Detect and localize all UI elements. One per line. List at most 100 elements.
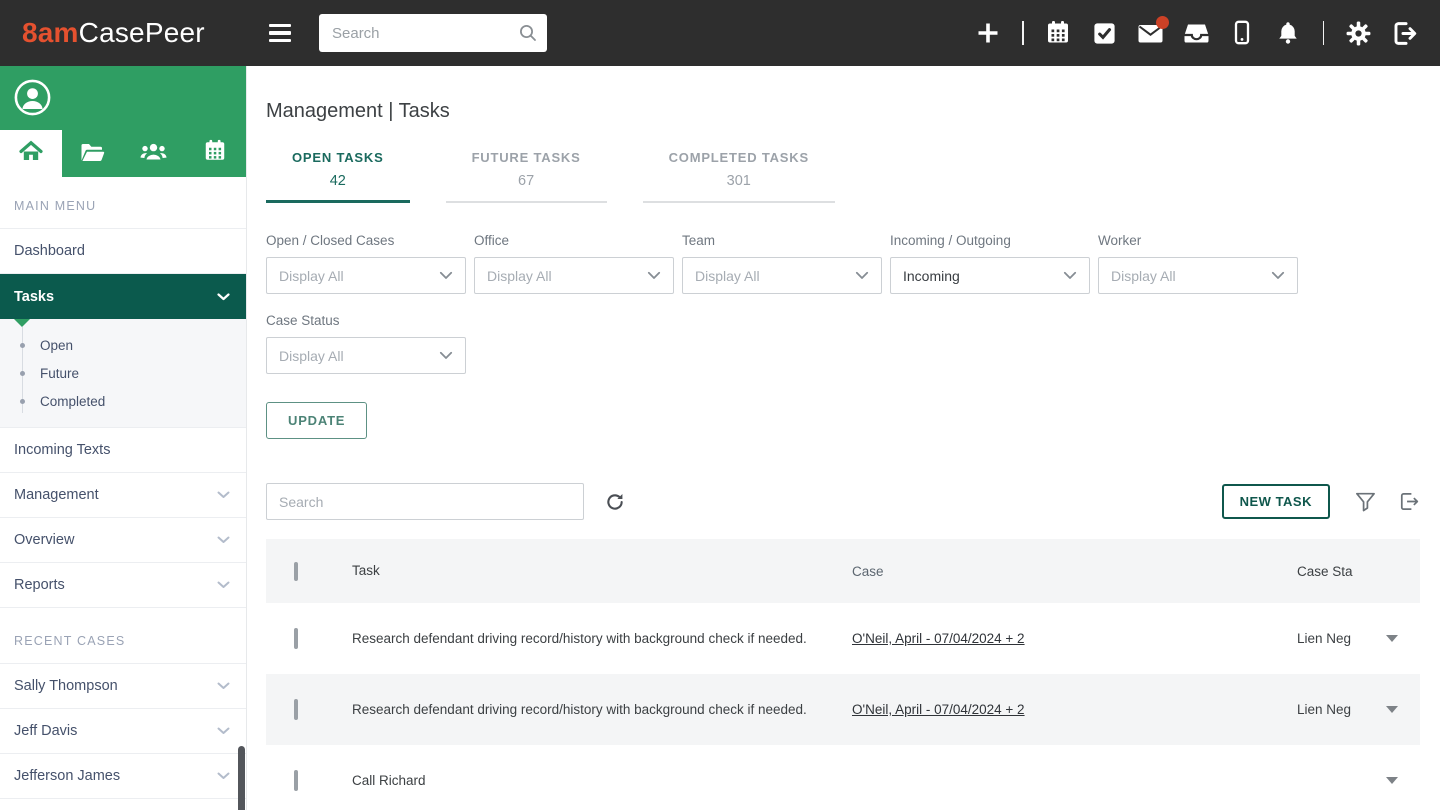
export-icon[interactable]	[1397, 490, 1420, 513]
filter-team: Team Display All	[682, 233, 882, 294]
dropdown-caret-icon[interactable]	[1386, 706, 1398, 713]
plus-icon[interactable]	[974, 20, 1001, 47]
main-content: Management | Tasks OPEN TASKS 42 FUTURE …	[247, 66, 1440, 810]
sidebar-item-label: Overview	[14, 532, 74, 548]
filter-value: Display All	[279, 348, 344, 364]
bell-icon[interactable]	[1275, 20, 1302, 47]
submenu-item-open[interactable]: Open	[0, 331, 246, 359]
row-checkbox[interactable]	[294, 699, 298, 720]
submenu-item-future[interactable]: Future	[0, 359, 246, 387]
logout-icon[interactable]	[1391, 20, 1418, 47]
recent-case-item[interactable]: Peter Murphy	[0, 799, 246, 810]
logo-suffix: CasePeer	[79, 17, 205, 48]
case-link[interactable]: O'Neil, April - 07/04/2024 + 2	[852, 702, 1025, 717]
chevron-down-icon	[217, 289, 230, 305]
search-icon	[518, 23, 538, 48]
home-icon	[18, 139, 44, 168]
recent-case-item[interactable]: Sally Thompson	[0, 664, 246, 709]
tasks-submenu: Open Future Completed	[0, 319, 246, 428]
select-all-checkbox[interactable]	[294, 562, 298, 581]
refresh-icon[interactable]	[605, 492, 625, 512]
menu-icon[interactable]	[269, 24, 291, 42]
tab-future-tasks[interactable]: FUTURE TASKS 67	[446, 150, 607, 203]
topbar-divider	[1022, 21, 1024, 45]
gear-icon[interactable]	[1345, 20, 1372, 47]
update-button[interactable]: UPDATE	[266, 402, 367, 439]
folder-icon	[79, 140, 106, 168]
tab-label: OPEN TASKS	[292, 150, 384, 165]
sidebar-item-management[interactable]: Management	[0, 473, 246, 518]
chevron-down-icon	[855, 267, 869, 285]
tab-completed-tasks[interactable]: COMPLETED TASKS 301	[643, 150, 835, 203]
app-logo[interactable]: 8amCasePeer	[22, 17, 205, 49]
dropdown-caret-icon[interactable]	[1386, 777, 1398, 784]
case-status-value[interactable]: Lien Neg	[1297, 702, 1363, 717]
bullet-icon	[20, 371, 25, 376]
sidebar-item-label: Tasks	[14, 289, 54, 305]
mobile-icon[interactable]	[1229, 20, 1256, 47]
row-checkbox[interactable]	[294, 770, 298, 791]
sidebar-item-incoming-texts[interactable]: Incoming Texts	[0, 428, 246, 473]
chevron-down-icon	[217, 768, 230, 784]
table-search-input[interactable]	[266, 483, 584, 520]
chevron-down-icon	[217, 678, 230, 694]
filter-value: Display All	[695, 268, 760, 284]
inbox-icon[interactable]	[1183, 20, 1210, 47]
sidebar-tab-cases[interactable]	[62, 130, 124, 177]
calendar-icon[interactable]	[1045, 20, 1072, 47]
filter-dropdown[interactable]: Display All	[1098, 257, 1298, 294]
sidebar-scrollbar[interactable]	[238, 746, 245, 810]
submenu-item-completed[interactable]: Completed	[0, 387, 246, 415]
filter-funnel-icon[interactable]	[1355, 491, 1376, 512]
dropdown-caret-icon[interactable]	[1386, 635, 1398, 642]
filter-case-status: Case Status Display All	[266, 313, 466, 374]
sidebar-tab-contacts[interactable]	[123, 130, 185, 177]
filter-incoming-outgoing: Incoming / Outgoing Incoming	[890, 233, 1090, 294]
filter-dropdown[interactable]: Incoming	[890, 257, 1090, 294]
sidebar-header	[0, 66, 246, 130]
sidebar-item-label: Dashboard	[14, 243, 85, 259]
table-row: Call Richard	[266, 745, 1420, 810]
filter-dropdown[interactable]: Display All	[474, 257, 674, 294]
topbar-left: 8amCasePeer	[22, 17, 247, 49]
filter-dropdown[interactable]: Display All	[266, 337, 466, 374]
filter-label: Open / Closed Cases	[266, 233, 466, 248]
filter-value: Display All	[487, 268, 552, 284]
table-toolbar: NEW TASK	[266, 483, 1420, 520]
people-icon	[140, 140, 167, 167]
task-tabs: OPEN TASKS 42 FUTURE TASKS 67 COMPLETED …	[266, 150, 1420, 203]
filter-worker: Worker Display All	[1098, 233, 1298, 294]
chevron-down-icon	[217, 487, 230, 503]
mail-icon[interactable]	[1137, 20, 1164, 47]
sidebar-tab-calendar[interactable]	[185, 130, 247, 177]
new-task-button[interactable]: NEW TASK	[1222, 484, 1330, 519]
sidebar-item-dashboard[interactable]: Dashboard	[0, 229, 246, 274]
filter-dropdown[interactable]: Display All	[682, 257, 882, 294]
global-search-input[interactable]	[319, 14, 547, 52]
bullet-icon	[20, 343, 25, 348]
tab-open-tasks[interactable]: OPEN TASKS 42	[266, 150, 410, 203]
sidebar-tab-home[interactable]	[0, 130, 62, 177]
table-row: Research defendant driving record/histor…	[266, 603, 1420, 674]
case-link[interactable]: O'Neil, April - 07/04/2024 + 2	[852, 631, 1025, 646]
filter-value: Display All	[279, 268, 344, 284]
filter-label: Case Status	[266, 313, 466, 328]
avatar-icon[interactable]	[14, 79, 51, 116]
sidebar-item-overview[interactable]: Overview	[0, 518, 246, 563]
recent-case-item[interactable]: Jefferson James	[0, 754, 246, 799]
row-checkbox[interactable]	[294, 628, 298, 649]
tab-count: 67	[518, 173, 534, 189]
task-check-icon[interactable]	[1091, 20, 1118, 47]
chevron-down-icon	[217, 577, 230, 593]
submenu-item-label: Future	[40, 366, 79, 381]
sidebar-item-tasks[interactable]: Tasks	[0, 274, 246, 319]
recent-case-item[interactable]: Jeff Davis	[0, 709, 246, 754]
topbar-icons	[974, 20, 1418, 47]
task-text: Research defendant driving record/histor…	[352, 699, 852, 721]
recent-case-label: Jeff Davis	[14, 723, 77, 739]
filter-dropdown[interactable]: Display All	[266, 257, 466, 294]
sidebar-item-reports[interactable]: Reports	[0, 563, 246, 608]
sidebar-item-label: Incoming Texts	[14, 442, 110, 458]
case-status-value[interactable]: Lien Neg	[1297, 631, 1363, 646]
filter-value: Incoming	[903, 268, 960, 284]
